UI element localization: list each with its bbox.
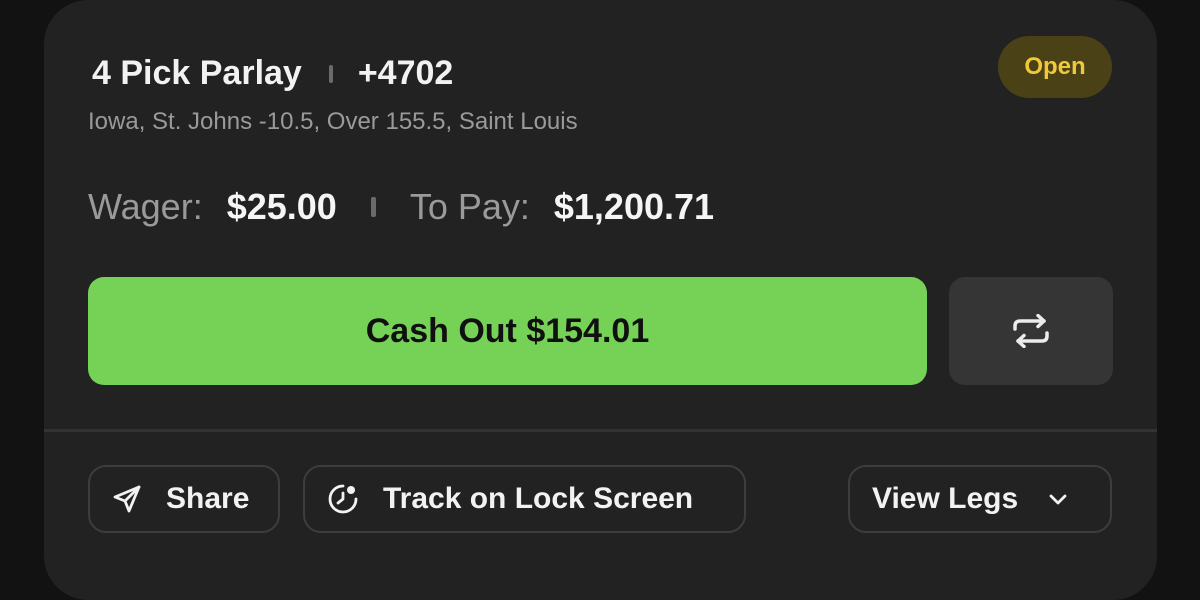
share-label: Share xyxy=(166,482,250,515)
bet-odds: +4702 xyxy=(357,54,454,92)
to-pay-value: $1,200.71 xyxy=(553,186,715,227)
cash-out-label: Cash Out $154.01 xyxy=(365,311,650,350)
bet-title-row: 4 Pick Parlay +4702 xyxy=(92,54,453,93)
wager-label: Wager: xyxy=(88,186,203,227)
paper-plane-icon xyxy=(112,484,142,514)
amounts-row: Wager: $25.00 To Pay: $1,200.71 xyxy=(88,186,714,228)
cash-out-button[interactable]: Cash Out $154.01 xyxy=(88,277,927,385)
to-pay-label: To Pay: xyxy=(409,186,530,227)
share-button[interactable]: Share xyxy=(88,465,280,533)
bet-selections: Iowa, St. Johns -10.5, Over 155.5, Saint… xyxy=(88,108,578,135)
lock-screen-icon xyxy=(327,483,359,515)
track-on-lock-screen-button[interactable]: Track on Lock Screen xyxy=(303,465,746,533)
refresh-button[interactable] xyxy=(949,277,1113,385)
refresh-arrows-icon xyxy=(1011,314,1051,348)
view-legs-button[interactable]: View Legs xyxy=(848,465,1112,533)
wager-value: $25.00 xyxy=(226,186,337,227)
status-badge: Open xyxy=(998,36,1112,98)
view-legs-label: View Legs xyxy=(872,482,1019,515)
chevron-down-icon xyxy=(1048,492,1068,506)
bet-title: 4 Pick Parlay xyxy=(92,54,302,92)
track-label: Track on Lock Screen xyxy=(383,482,694,515)
divider xyxy=(44,429,1157,432)
title-separator xyxy=(328,64,333,83)
amounts-separator xyxy=(370,197,376,217)
